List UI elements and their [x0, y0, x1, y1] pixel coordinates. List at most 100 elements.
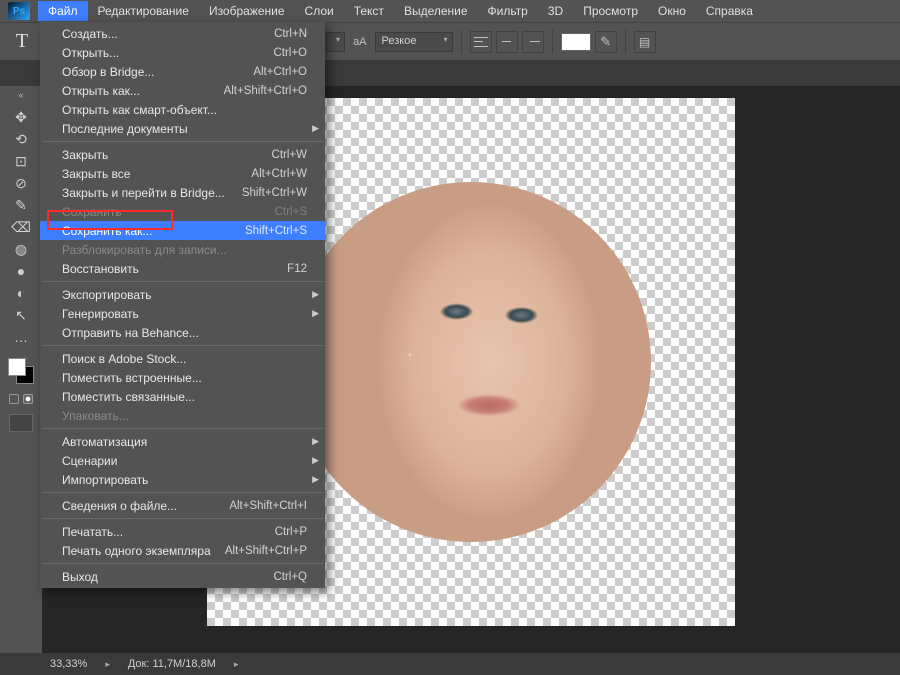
- tool-button[interactable]: ⌫: [8, 216, 34, 238]
- menu-текст[interactable]: Текст: [344, 1, 394, 21]
- menu-item-shortcut: Ctrl+W: [272, 149, 307, 161]
- collapse-icon[interactable]: «: [18, 90, 23, 100]
- menu-item-shortcut: Alt+Ctrl+O: [253, 66, 307, 78]
- aa-mode-select[interactable]: Резкое: [375, 32, 453, 52]
- menu-item[interactable]: Поиск в Adobe Stock...: [40, 349, 325, 368]
- menu-item[interactable]: Закрыть Ctrl+W: [40, 145, 325, 164]
- tool-button[interactable]: ⊡: [8, 150, 34, 172]
- chevron-right-icon: ▶: [312, 123, 319, 134]
- menu-item-label: Сведения о файле...: [62, 499, 177, 513]
- menu-item[interactable]: Экспортировать▶: [40, 285, 325, 304]
- menu-item[interactable]: Открыть как...Alt+Shift+Ctrl+O: [40, 81, 325, 100]
- menu-item-shortcut: Ctrl+O: [273, 47, 307, 59]
- chevron-right-icon: ▶: [312, 436, 319, 447]
- menu-item-label: Импортировать: [62, 473, 148, 487]
- menu-item[interactable]: Сохранить как...Shift+Ctrl+S: [40, 221, 325, 240]
- chevron-right-icon: ▶: [312, 289, 319, 300]
- menu-item[interactable]: Печатать... Ctrl+P: [40, 522, 325, 541]
- separator: [625, 30, 626, 54]
- menu-item-label: Упаковать...: [62, 409, 129, 423]
- menu-item[interactable]: Автоматизация ▶: [40, 432, 325, 451]
- menu-item[interactable]: Открыть как смарт-объект...: [40, 100, 325, 119]
- menu-редактирование[interactable]: Редактирование: [88, 1, 199, 21]
- menu-item-label: Генерировать: [62, 307, 139, 321]
- zoom-level[interactable]: 33,33%: [50, 658, 87, 670]
- menu-item[interactable]: Поместить встроенные...: [40, 368, 325, 387]
- mask-mode-icons[interactable]: [9, 394, 33, 404]
- tool-button[interactable]: ◐: [8, 282, 34, 304]
- color-swatches[interactable]: [6, 356, 36, 386]
- menu-item-shortcut: Alt+Ctrl+W: [251, 168, 307, 180]
- tool-button[interactable]: ✥: [8, 106, 34, 128]
- menu-item-label: Автоматизация: [62, 435, 147, 449]
- menu-separator: [42, 563, 323, 564]
- menu-файл[interactable]: Файл: [38, 1, 88, 21]
- menu-item[interactable]: Закрыть и перейти в Bridge... Shift+Ctrl+…: [40, 183, 325, 202]
- menu-item-label: Сохранить: [62, 205, 122, 219]
- menu-просмотр[interactable]: Просмотр: [573, 1, 648, 21]
- menu-окно[interactable]: Окно: [648, 1, 696, 21]
- menu-item-shortcut: Ctrl+Q: [273, 571, 307, 583]
- menu-3d[interactable]: 3D: [538, 1, 573, 21]
- tool-button[interactable]: ⊘: [8, 172, 34, 194]
- chevron-right-icon[interactable]: ▸: [105, 659, 110, 670]
- tool-button[interactable]: ●: [8, 260, 34, 282]
- align-center-button[interactable]: [496, 31, 518, 53]
- menu-item[interactable]: Сценарии▶: [40, 451, 325, 470]
- chevron-right-icon: ▶: [312, 455, 319, 466]
- menu-item-label: Разблокировать для записи...: [62, 243, 227, 257]
- menu-item-label: Сохранить как...: [62, 224, 152, 238]
- separator: [461, 30, 462, 54]
- menu-item[interactable]: Создать...Ctrl+N: [40, 24, 325, 43]
- menu-item-shortcut: Shift+Ctrl+W: [242, 187, 307, 199]
- menu-item-label: Печатать...: [62, 525, 123, 539]
- menu-separator: [42, 345, 323, 346]
- menu-слои[interactable]: Слои: [295, 1, 344, 21]
- menu-item[interactable]: ВосстановитьF12: [40, 259, 325, 278]
- menu-separator: [42, 141, 323, 142]
- menu-item[interactable]: Открыть...Ctrl+O: [40, 43, 325, 62]
- menu-item[interactable]: Сведения о файле... Alt+Shift+Ctrl+I: [40, 496, 325, 515]
- menu-item: СохранитьCtrl+S: [40, 202, 325, 221]
- menu-item-label: Поместить встроенные...: [62, 371, 202, 385]
- menu-фильтр[interactable]: Фильтр: [478, 1, 538, 21]
- tool-button[interactable]: ✎: [8, 194, 34, 216]
- menu-item-label: Закрыть: [62, 148, 108, 162]
- menu-item-shortcut: Ctrl+P: [275, 526, 307, 538]
- menu-изображение[interactable]: Изображение: [199, 1, 295, 21]
- menu-item[interactable]: Закрыть всеAlt+Ctrl+W: [40, 164, 325, 183]
- menu-separator: [42, 281, 323, 282]
- tool-button[interactable]: …: [8, 326, 34, 348]
- foreground-color-swatch[interactable]: [8, 358, 26, 376]
- screen-mode-button[interactable]: [9, 414, 33, 432]
- menu-item[interactable]: Отправить на Behance...: [40, 323, 325, 342]
- menu-item[interactable]: ВыходCtrl+Q: [40, 567, 325, 586]
- warp-text-button[interactable]: ✎: [595, 31, 617, 53]
- menu-item[interactable]: Обзор в Bridge...Alt+Ctrl+O: [40, 62, 325, 81]
- tool-button[interactable]: ↖: [8, 304, 34, 326]
- menu-item-label: Восстановить: [62, 262, 139, 276]
- toolbox: « ✥⟲⊡⊘✎⌫◍●◐↖…: [0, 86, 42, 653]
- tool-button[interactable]: ⟲: [8, 128, 34, 150]
- file-menu-dropdown: Создать...Ctrl+NОткрыть...Ctrl+OОбзор в …: [40, 22, 325, 588]
- menu-выделение[interactable]: Выделение: [394, 1, 478, 21]
- menu-item-shortcut: Ctrl+N: [274, 28, 307, 40]
- menu-item: Упаковать...: [40, 406, 325, 425]
- chevron-right-icon[interactable]: ▸: [234, 659, 239, 670]
- menu-item[interactable]: Генерировать▶: [40, 304, 325, 323]
- menu-item[interactable]: Последние документы▶: [40, 119, 325, 138]
- menu-справка[interactable]: Справка: [696, 1, 763, 21]
- align-left-button[interactable]: [470, 31, 492, 53]
- paragraph-panel-button[interactable]: ▤: [634, 31, 656, 53]
- image-content: [291, 182, 651, 542]
- menu-item-label: Закрыть и перейти в Bridge...: [62, 186, 225, 200]
- tool-button[interactable]: ◍: [8, 238, 34, 260]
- menu-item-label: Печать одного экземпляра: [62, 544, 211, 558]
- menu-item[interactable]: Поместить связанные...: [40, 387, 325, 406]
- text-color-swatch[interactable]: [561, 33, 591, 51]
- active-tool-icon: T: [8, 28, 36, 56]
- menu-item-shortcut: Alt+Shift+Ctrl+I: [229, 500, 307, 512]
- align-right-button[interactable]: [522, 31, 544, 53]
- menu-item[interactable]: Импортировать▶: [40, 470, 325, 489]
- menu-item[interactable]: Печать одного экземпляраAlt+Shift+Ctrl+P: [40, 541, 325, 560]
